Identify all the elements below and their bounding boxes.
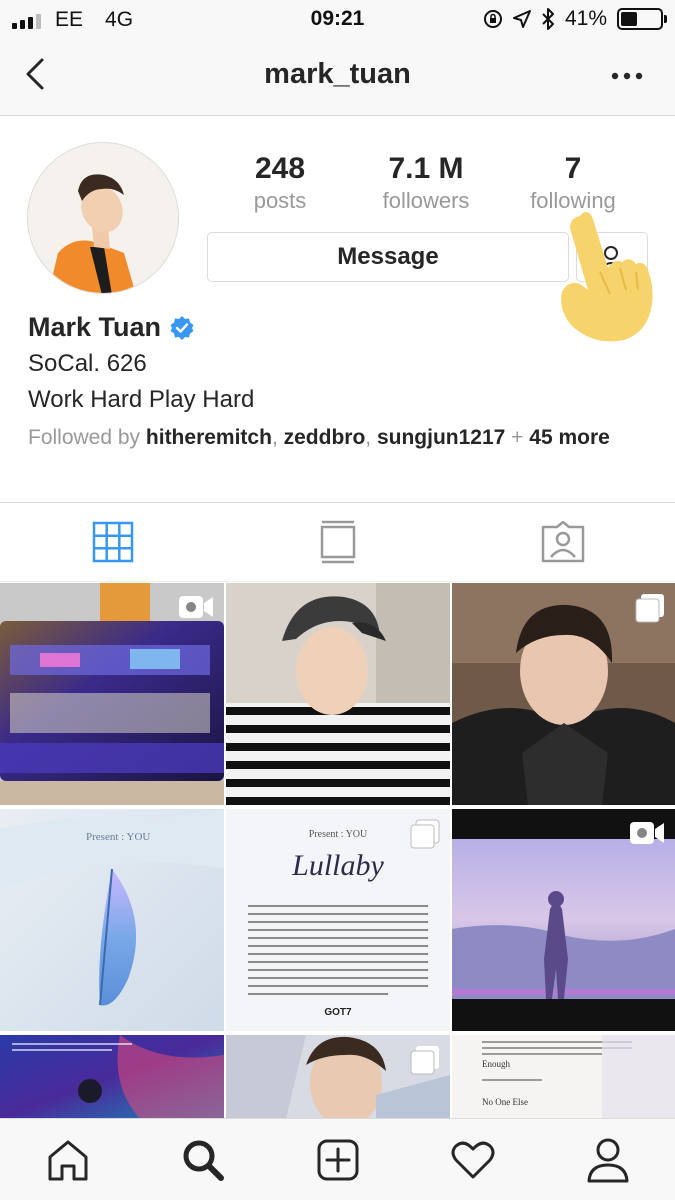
battery-level <box>621 12 637 26</box>
followed-by-count[interactable]: 45 <box>529 426 552 449</box>
message-button-label: Message <box>337 243 439 270</box>
post-tile[interactable] <box>0 583 224 805</box>
avatar[interactable] <box>27 142 179 294</box>
tab-activity[interactable] <box>405 1119 540 1200</box>
battery-icon <box>617 8 667 30</box>
search-icon <box>183 1140 224 1181</box>
nav-bar: mark_tuan <box>0 40 675 116</box>
video-icon <box>630 822 664 844</box>
track-title: No One Else <box>482 1097 528 1107</box>
carousel-icon <box>410 1046 439 1075</box>
stat-posts-label: posts <box>253 188 307 213</box>
post-text: Present : YOU <box>86 831 151 843</box>
post-tile[interactable]: Present : YOU <box>0 809 224 1031</box>
feed-icon <box>320 520 355 564</box>
post-image <box>0 1035 224 1119</box>
page-title: mark_tuan <box>264 58 411 90</box>
location-icon <box>512 10 531 28</box>
tab-tagged[interactable] <box>450 503 675 581</box>
bio-line-1: SoCal. 626 <box>28 350 147 377</box>
post-tile[interactable]: Enough No One Else <box>452 1035 675 1119</box>
stat-followers-value: 7.1 M <box>388 152 464 185</box>
tab-search[interactable] <box>135 1119 270 1200</box>
verified-badge-icon <box>170 315 194 340</box>
followed-by-plus: + <box>511 426 524 449</box>
add-icon <box>317 1139 358 1180</box>
stat-posts-value: 248 <box>254 152 306 185</box>
track-title: Enough <box>482 1059 510 1069</box>
followed-by[interactable]: Followed by hitheremitch, zeddbro, sungj… <box>28 425 638 451</box>
stat-followers-label: followers <box>382 188 470 213</box>
more-icon[interactable] <box>607 64 647 88</box>
followed-by-user[interactable]: zeddbro <box>284 426 366 449</box>
tab-profile[interactable] <box>540 1119 675 1200</box>
bottom-tab-bar <box>0 1118 675 1200</box>
status-bar-right: 41% <box>483 7 667 31</box>
post-title: Lullaby <box>292 849 384 882</box>
profile-icon <box>587 1138 628 1182</box>
bluetooth-icon <box>542 8 554 30</box>
stat-posts[interactable]: 248 posts <box>210 152 350 214</box>
stat-following[interactable]: 7 following <box>503 152 643 214</box>
rotation-lock-icon <box>483 10 502 28</box>
followed-by-user[interactable]: sungjun1217 <box>377 426 505 449</box>
post-tile[interactable] <box>226 1035 450 1119</box>
carousel-icon <box>410 819 440 849</box>
tab-add[interactable] <box>270 1119 405 1200</box>
followed-by-more[interactable]: more <box>558 426 609 449</box>
status-bar: EE 4G 09:21 41% <box>0 0 675 40</box>
carousel-icon <box>635 594 664 623</box>
tab-grid[interactable] <box>0 503 225 581</box>
profile-name: Mark Tuan <box>28 312 195 343</box>
heart-icon <box>451 1141 494 1178</box>
post-tile[interactable] <box>452 809 675 1031</box>
followed-by-prefix: Followed by <box>28 426 141 449</box>
followed-by-user[interactable]: hitheremitch <box>146 426 272 449</box>
battery-percent: 41% <box>564 7 607 30</box>
post-tile[interactable] <box>226 583 450 805</box>
profile-name-text: Mark Tuan <box>28 312 162 342</box>
tagged-icon <box>541 521 584 563</box>
bio-line-2: Work Hard Play Hard <box>28 386 255 413</box>
grid-icon <box>92 521 133 563</box>
message-button[interactable]: Message <box>207 232 569 282</box>
post-tile[interactable]: Present : YOU Lullaby GOT7 <box>226 809 450 1031</box>
profile-tabs <box>0 502 675 582</box>
post-tile[interactable] <box>0 1035 224 1119</box>
avatar-image <box>28 143 178 293</box>
pointing-hand-icon <box>561 212 653 342</box>
stat-following-value: 7 <box>564 152 582 185</box>
post-footer: GOT7 <box>324 1007 352 1018</box>
post-tile[interactable] <box>452 583 675 805</box>
post-image <box>226 583 450 805</box>
tab-home[interactable] <box>0 1119 135 1200</box>
tab-feed[interactable] <box>225 503 450 581</box>
stat-followers[interactable]: 7.1 M followers <box>356 152 496 214</box>
home-icon <box>48 1140 87 1180</box>
video-icon <box>179 596 213 618</box>
